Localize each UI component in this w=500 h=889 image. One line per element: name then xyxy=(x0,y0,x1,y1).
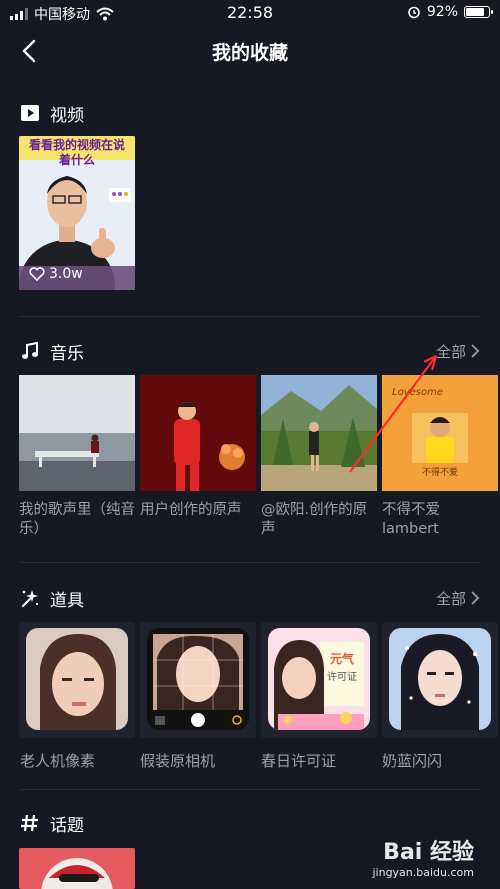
prop-cover-pixel-face xyxy=(26,628,128,730)
watermark-logo: Bai 经验 xyxy=(383,840,474,865)
magic-wand-icon xyxy=(21,590,39,608)
music-cover-sea xyxy=(19,375,135,491)
music-item-title: @欧阳.创作的原声 xyxy=(261,502,368,537)
topic-thumbnail[interactable] xyxy=(19,848,135,889)
heart-icon xyxy=(29,267,45,281)
chevron-right-icon xyxy=(471,344,480,358)
prop-item-title: 奶蓝闪闪 xyxy=(382,752,443,770)
prop-item[interactable] xyxy=(19,622,135,738)
topic-cover-image xyxy=(19,848,135,889)
divider xyxy=(20,316,480,317)
annotation-arrow xyxy=(349,355,438,473)
prop-item-title: 假装原相机 xyxy=(140,752,216,770)
video-like-count: 3.0w xyxy=(49,266,83,282)
divider xyxy=(20,562,480,563)
prop-item-title: 春日许可证 xyxy=(261,752,337,770)
prop-item[interactable] xyxy=(140,622,256,738)
prop-item[interactable]: 元气 许可证 xyxy=(261,622,377,738)
props-section-label: 道具 xyxy=(50,590,84,611)
prop-item-title: 老人机像素 xyxy=(20,752,96,770)
music-section-label: 音乐 xyxy=(50,343,84,364)
nav-bar: 我的收藏 xyxy=(0,26,500,78)
watermark: Bai 经验 jingyan.baidu.com xyxy=(372,834,474,879)
chevron-right-icon xyxy=(471,591,480,605)
battery-percent: 92% xyxy=(426,4,458,20)
hashtag-icon xyxy=(21,814,38,832)
battery-icon xyxy=(464,6,493,18)
music-item-title: 用户创作的原声 xyxy=(140,502,242,518)
alarm-icon xyxy=(408,6,420,19)
music-item-title: 我的歌声里（纯音乐） xyxy=(19,502,135,537)
music-cover-stage xyxy=(140,375,256,491)
music-note-icon xyxy=(22,341,38,359)
prop-item[interactable] xyxy=(382,622,498,738)
props-see-all-label: 全部 xyxy=(435,589,466,608)
music-item[interactable]: 用户创作的原声 xyxy=(140,375,256,520)
music-item-title: 不得不爱 lambert xyxy=(382,502,440,537)
status-bar: 中国移动 22:58 92% xyxy=(0,0,500,26)
video-play-icon xyxy=(21,105,39,121)
props-section-header: 道具 全部 xyxy=(20,583,480,613)
video-section-header: 视频 xyxy=(20,98,480,128)
video-caption: 看看我的视频在说 着什么 xyxy=(28,138,125,167)
video-thumbnail[interactable]: 看看我的视频在说 着什么 3.0w xyxy=(19,136,135,290)
divider xyxy=(20,789,480,790)
prop-badge-bottom: 许可证 xyxy=(327,672,357,683)
prop-cover-sparkle xyxy=(389,628,491,730)
watermark-url: jingyan.baidu.com xyxy=(372,866,474,879)
page-title: 我的收藏 xyxy=(211,42,288,64)
prop-cover-camera xyxy=(147,628,249,730)
music-item[interactable]: 我的歌声里（纯音乐） xyxy=(19,375,135,539)
video-section-label: 视频 xyxy=(50,105,84,126)
topics-section-label: 话题 xyxy=(50,815,84,836)
video-likes: 3.0w xyxy=(29,266,83,282)
props-see-all-link[interactable]: 全部 xyxy=(436,588,480,609)
prop-badge-top: 元气 xyxy=(329,652,354,666)
